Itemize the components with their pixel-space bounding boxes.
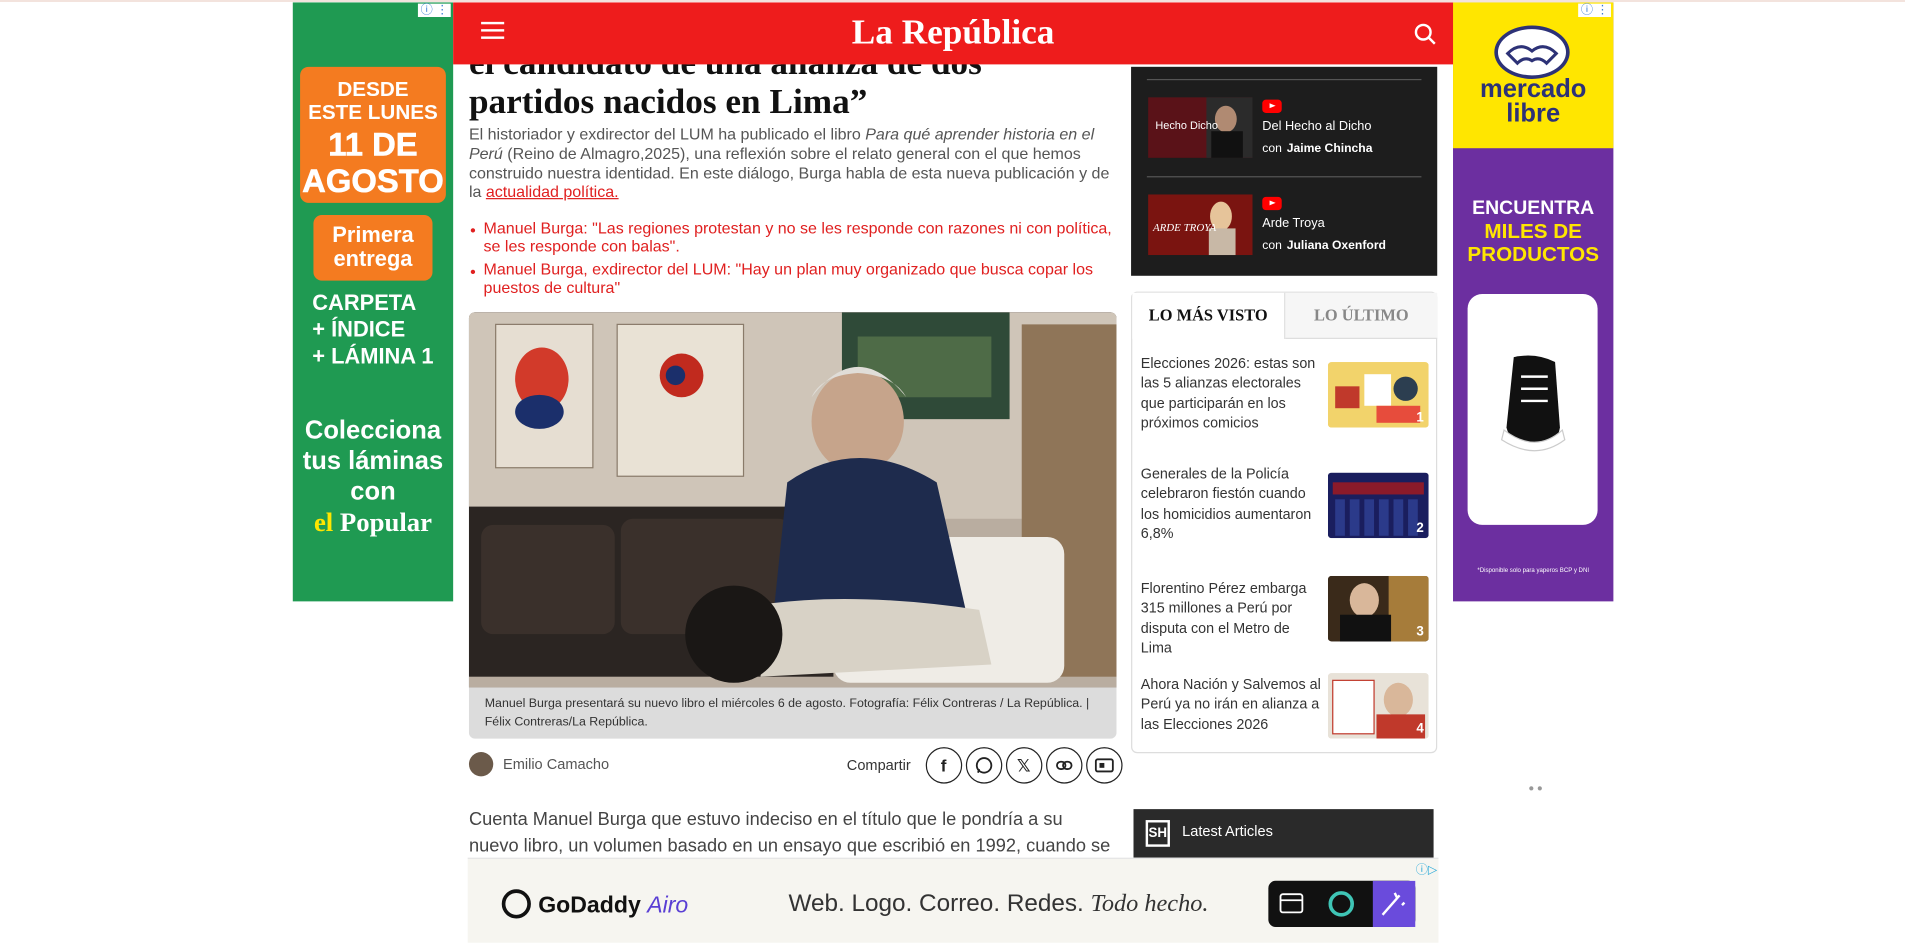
search-icon[interactable] <box>1414 23 1436 45</box>
rank-badge: 3 <box>1416 624 1424 640</box>
ad-text: Colecciona <box>304 416 442 445</box>
copy-link-button[interactable] <box>1045 747 1083 784</box>
news-title[interactable]: Florentino Pérez embarga 315 millones a … <box>1141 578 1323 657</box>
article-photo <box>468 312 1117 688</box>
link-icon <box>1055 760 1073 770</box>
ad-text: 11 DE <box>328 126 418 163</box>
tab-latest[interactable]: LO ÚLTIMO <box>1285 292 1438 339</box>
video-host: con Juliana Oxenford <box>1262 239 1386 253</box>
ad-text: + LÁMINA 1 <box>312 343 434 369</box>
share-bar: Compartir f 𝕏 <box>846 747 1123 784</box>
el-popular-logo: el Popular <box>313 506 433 537</box>
most-viewed-panel: LO MÁS VISTO LO ÚLTIMO Elecciones 2026: … <box>1131 291 1438 754</box>
news-title[interactable]: Elecciones 2026: estas son las 5 alianza… <box>1141 354 1323 433</box>
ad-info-icon[interactable]: ⓘ ⋮ <box>1578 3 1611 18</box>
whatsapp-share-button[interactable] <box>965 747 1002 784</box>
article-body: Cuenta Manuel Burga que estuvo indeciso … <box>468 809 1111 857</box>
bottom-ad-banner[interactable]: GoDaddy Airo Web. Logo. Correo. Redes. T… <box>467 857 1439 943</box>
ad-headline: ENCUENTRA MILES DE PRODUCTOS <box>1467 198 1599 267</box>
left-ad-banner[interactable]: ⓘ ⋮ DESDE ESTE LUNES 11 DE AGOSTO Primer… <box>292 2 454 602</box>
news-thumbnail[interactable]: 1 <box>1327 362 1429 428</box>
ad-text: AGOSTO <box>302 162 444 200</box>
ad-text: entrega <box>333 246 413 271</box>
ad-text: Primera <box>332 222 414 247</box>
app-icons-strip <box>1268 880 1416 927</box>
ad-choices-icon[interactable]: ⓘ▷ <box>1416 859 1438 877</box>
facebook-share-button[interactable]: f <box>925 747 962 784</box>
carousel-dots[interactable]: ● ● <box>1528 782 1542 793</box>
related-link[interactable]: Manuel Burga: "Las regiones protestan y … <box>469 219 1115 255</box>
ad-info-icon[interactable]: ⓘ ⋮ <box>418 3 451 18</box>
x-icon: 𝕏 <box>1016 755 1031 775</box>
google-news-button[interactable] <box>1085 747 1123 784</box>
thumbnail-text: Hecho Dicho <box>1155 120 1218 132</box>
latest-articles-label: Latest Articles <box>1182 822 1273 840</box>
rank-badge: 1 <box>1416 410 1424 426</box>
video-host: con Jaime Chincha <box>1262 142 1373 156</box>
facebook-icon: f <box>940 755 947 776</box>
ad-text: CARPETA <box>312 290 417 315</box>
youtube-icon <box>1262 196 1282 211</box>
news-title[interactable]: Generales de la Policía celebraron fiest… <box>1141 464 1323 543</box>
ad-footnote: *Disponible solo para yaperos BCP y DNI <box>1477 567 1590 575</box>
youtube-icon <box>1262 99 1282 113</box>
google-news-icon <box>1094 758 1114 773</box>
mercadolibre-header: mercado libre <box>1453 2 1614 149</box>
mercadolibre-logo: mercado libre <box>1480 75 1587 128</box>
video-thumbnail: Hecho Dicho <box>1148 97 1253 158</box>
video-item[interactable]: ARDE TROYA Arde Troya con Juliana Oxenfor… <box>1148 194 1423 256</box>
news-thumbnail[interactable]: 3 <box>1327 575 1429 642</box>
video-shows-list: Hecho Dicho Del Hecho al Dicho con Jaime … <box>1131 66 1438 276</box>
author-avatar <box>468 752 494 777</box>
photo-caption: Manuel Burga presentará su nuevo libro e… <box>468 687 1117 739</box>
site-header: La República <box>453 2 1454 65</box>
ad-first-delivery-box: Primera entrega <box>313 215 433 281</box>
whatsapp-icon <box>975 757 992 774</box>
product-card: ● ● <box>1467 294 1598 793</box>
tab-most-viewed[interactable]: LO MÁS VISTO <box>1132 292 1286 339</box>
rank-badge: 4 <box>1416 721 1424 737</box>
handshake-icon <box>1494 25 1570 79</box>
ad-text: ESTE LUNES <box>308 100 438 124</box>
ad-items-list: CARPETA + ÍNDICE + LÁMINA 1 <box>312 289 433 369</box>
article-lede: El historiador y exdirector del LUM ha p… <box>468 125 1110 201</box>
right-ad-banner[interactable]: mercado libre ENCUENTRA MILES DE PRODUCT… <box>1453 2 1614 793</box>
ad-text: con <box>350 477 396 506</box>
godaddy-logo: GoDaddy Airo <box>501 889 688 919</box>
video-title: Del Hecho al Dicho <box>1262 119 1372 134</box>
share-label: Compartir <box>846 756 911 774</box>
godaddy-icon <box>501 889 531 919</box>
news-title[interactable]: Ahora Nación y Salvemos al Perú ya no ir… <box>1141 674 1323 733</box>
video-title: Arde Troya <box>1262 216 1325 231</box>
video-thumbnail: ARDE TROYA <box>1148 194 1253 256</box>
ad-tagline: Web. Logo. Correo. Redes. Todo hecho. <box>788 890 1209 918</box>
video-item[interactable]: Hecho Dicho Del Hecho al Dicho con Jaime … <box>1148 97 1423 158</box>
rank-badge: 2 <box>1416 521 1424 536</box>
author-byline[interactable]: Emilio Camacho <box>468 751 609 778</box>
news-thumbnail[interactable]: 2 <box>1327 472 1429 539</box>
thumbnail-text: ARDE TROYA <box>1152 222 1217 234</box>
latest-articles-widget[interactable]: SH Latest Articles <box>1133 809 1434 858</box>
politics-link[interactable]: actualidad política. <box>486 183 619 201</box>
related-links: Manuel Burga: "Las regiones protestan y … <box>469 219 1115 302</box>
ad-text: + ÍNDICE <box>312 317 406 342</box>
author-name[interactable]: Emilio Camacho <box>503 756 609 773</box>
ad-date-box: DESDE ESTE LUNES 11 DE AGOSTO <box>300 66 446 203</box>
related-link[interactable]: Manuel Burga, exdirector del LUM: "Hay u… <box>469 260 1115 296</box>
ad-collect-text: Colecciona tus láminas con el Popular <box>293 415 453 537</box>
x-share-button[interactable]: 𝕏 <box>1005 747 1043 784</box>
sneaker-icon <box>1500 355 1566 452</box>
site-logo[interactable]: La República <box>453 13 1453 53</box>
ad-text: tus láminas <box>302 447 444 476</box>
divider <box>1146 78 1422 81</box>
sh-logo-icon: SH <box>1145 820 1170 847</box>
news-thumbnail[interactable]: 4 <box>1327 673 1429 739</box>
divider <box>1146 176 1422 178</box>
ad-text: DESDE <box>337 77 409 101</box>
